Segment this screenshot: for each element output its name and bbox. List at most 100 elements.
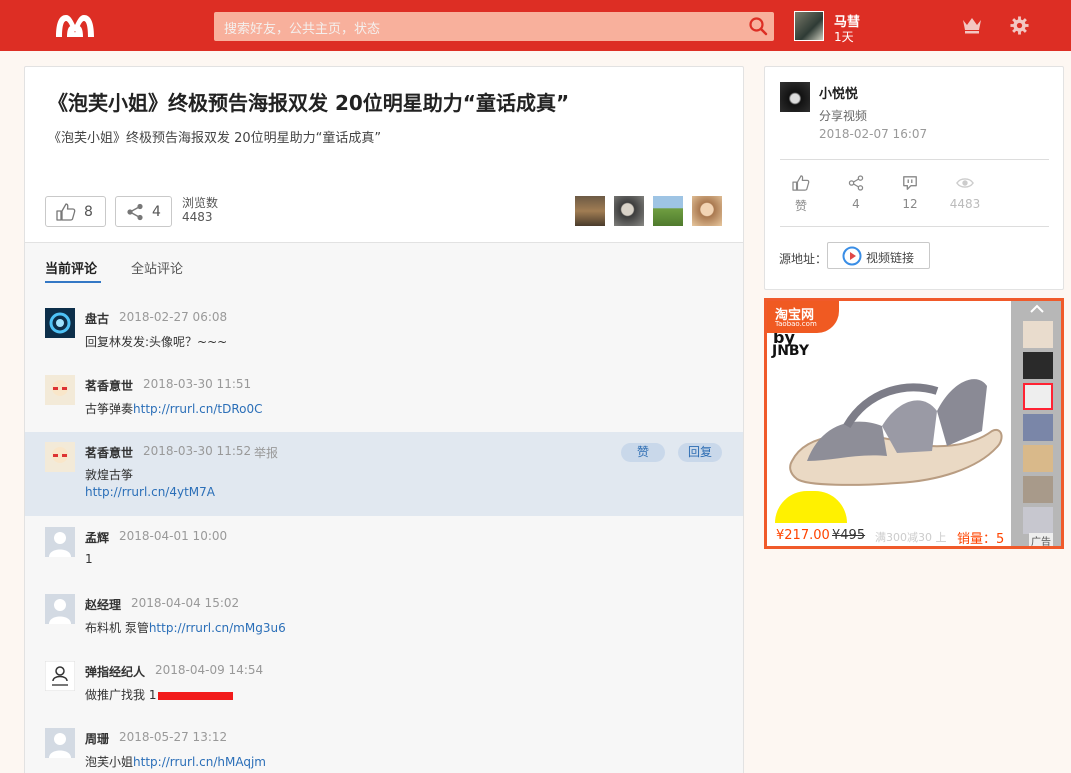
viewer-avatar[interactable] [614,196,644,226]
tab-site-comments[interactable]: 全站评论 [131,258,183,277]
ad-thumbnail[interactable] [1023,414,1053,441]
avatar[interactable] [45,661,75,691]
ad-thumbnail[interactable] [1023,445,1053,472]
author-share-stat[interactable]: 4 [836,175,876,211]
ad-thumbnail[interactable] [1023,321,1053,348]
comment-count: 12 [902,197,918,211]
ad-promo: 满300减30 上 [875,531,947,544]
ad-brand-sub: Taobao.com [775,320,817,328]
comment-link[interactable]: http://rrurl.cn/mMg3u6 [149,621,286,635]
avatar[interactable] [45,308,75,338]
comment-text: 布料机 泵管http://rrurl.cn/mMg3u6 [85,619,286,636]
author-avatar[interactable] [780,82,810,112]
author-like-stat[interactable]: 赞 [781,175,821,214]
share-count: 4 [152,203,161,220]
author-view-stat: 4483 [945,175,985,211]
comment-item: 茗香意世 2018-03-30 11:51 古筝弹奏http://rrurl.c… [25,370,743,430]
comment-author[interactable]: 盘古 [85,310,109,327]
avatar[interactable] [45,728,75,758]
avatar[interactable] [45,442,75,472]
like-button[interactable]: 8 [45,196,106,227]
viewer-avatar[interactable] [653,196,683,226]
ad-thumbnail-selected[interactable] [1023,383,1053,410]
crown-icon[interactable] [962,16,982,34]
tab-current-comments[interactable]: 当前评论 [45,258,97,277]
comment-time: 2018-05-27 13:12 [119,730,228,744]
comment-author[interactable]: 弹指经纪人 [85,663,145,680]
author-action: 分享视频 [819,109,868,123]
ad-label: 广告 [1029,533,1053,546]
avatar[interactable] [45,375,75,405]
logo-icon[interactable] [52,11,98,39]
comment-author[interactable]: 周珊 [85,730,109,747]
share-icon [127,203,143,220]
video-link-label: 视频链接 [866,251,915,265]
comments-section: 当前评论 全站评论 盘古 2018-02-27 06:08 回复林发发:头像呢？… [25,242,743,773]
comment-time: 2018-04-04 15:02 [131,596,240,610]
user-avatar[interactable] [794,11,824,41]
comment-text: 回复林发发:头像呢？~~~ [85,333,227,350]
video-link-button[interactable]: 视频链接 [827,242,930,269]
author-comment-stat[interactable]: 12 [890,175,930,211]
ad-thumbnail[interactable] [1023,507,1053,534]
author-name[interactable]: 小悦悦 [819,83,858,102]
comment-text: 做推广找我 1 [85,686,234,703]
comment-body: 布料机 泵管 [85,621,149,635]
viewer-avatar[interactable] [692,196,722,226]
comment-time: 2018-04-01 10:00 [119,529,228,543]
ad-sales: 销量：5 [957,532,1005,547]
chevron-up-icon[interactable] [1029,304,1045,314]
comment-author[interactable]: 赵经理 [85,596,121,613]
taobao-tag: 淘宝网 Taobao.com [767,301,839,333]
post-title: 《泡芙小姐》终极预告海报双发 20位明星助力“童话成真” [48,91,570,115]
thumbs-up-icon [792,175,810,191]
comment-body: 敦煌古筝 [85,468,134,482]
author-card: 小悦悦 分享视频 2018-02-07 16:07 赞 4 12 4483 源地… [764,66,1064,290]
comment-link[interactable]: http://rrurl.cn/tDRo0C [133,402,262,416]
search-input[interactable]: 搜索好友，公共主页，状态 [214,12,774,41]
search-placeholder: 搜索好友，公共主页，状态 [224,22,381,37]
view-count: 4483 [949,197,981,211]
ad-thumbnail[interactable] [1023,476,1053,503]
divider [780,159,1049,160]
comment-icon [903,176,917,190]
comment-body: 古筝弹奏 [85,402,134,416]
comment-author[interactable]: 孟辉 [85,529,109,546]
comment-link[interactable]: http://rrurl.cn/hMAqjm [133,755,266,769]
comment-author[interactable]: 茗香意世 [85,444,133,461]
ad-product-image[interactable]: by JNBY 淘宝网 Taobao.com ¥217.00 ¥495 满300… [767,301,1011,546]
sandal-image [789,379,1003,486]
like-comment-button[interactable]: 赞 [621,443,665,462]
comment-body: 1 [85,552,93,566]
ad-thumbnail[interactable] [1023,352,1053,379]
search-icon[interactable] [748,16,768,36]
avatar[interactable] [45,594,75,624]
share-button[interactable]: 4 [115,196,172,227]
reply-comment-button[interactable]: 回复 [678,443,722,462]
ad-price-bar: ¥217.00 ¥495 满300减30 上 销量：5 [767,526,1011,546]
comment-author[interactable]: 茗香意世 [85,377,133,394]
divider [780,226,1049,227]
top-bar: 搜索好友，公共主页，状态 马彗 1天 [0,0,1071,51]
viewer-avatar[interactable] [575,196,605,226]
share-icon [848,175,864,191]
author-time: 2018-02-07 16:07 [819,127,928,141]
comment-link[interactable]: http://rrurl.cn/4ytM7A [85,485,215,499]
avatar[interactable] [45,527,75,557]
views-count: 4483 [182,210,213,224]
report-link[interactable]: 举报 [254,444,278,461]
comment-item: 盘古 2018-02-27 06:08 回复林发发:头像呢？~~~ [25,303,743,363]
comment-text: 古筝弹奏http://rrurl.cn/tDRo0C [85,400,262,417]
redaction-mark [158,691,234,700]
thumbs-up-icon [56,202,76,221]
source-label: 源地址： [779,252,828,266]
comment-item: 赵经理 2018-04-04 15:02 布料机 泵管http://rrurl.… [25,589,743,649]
comment-time: 2018-04-09 14:54 [155,663,264,677]
comment-item: 弹指经纪人 2018-04-09 14:54 做推广找我 1 [25,656,743,716]
gear-icon[interactable] [1010,16,1029,35]
comment-item-hover: 茗香意世 2018-03-30 11:52 举报 赞 回复 敦煌古筝 http:… [25,432,743,516]
like-count: 8 [84,203,93,220]
comment-time: 2018-03-30 11:52 [143,444,252,458]
video-play-icon [842,246,862,266]
taobao-ad[interactable]: by JNBY 淘宝网 Taobao.com ¥217.00 ¥495 满300… [764,298,1064,549]
